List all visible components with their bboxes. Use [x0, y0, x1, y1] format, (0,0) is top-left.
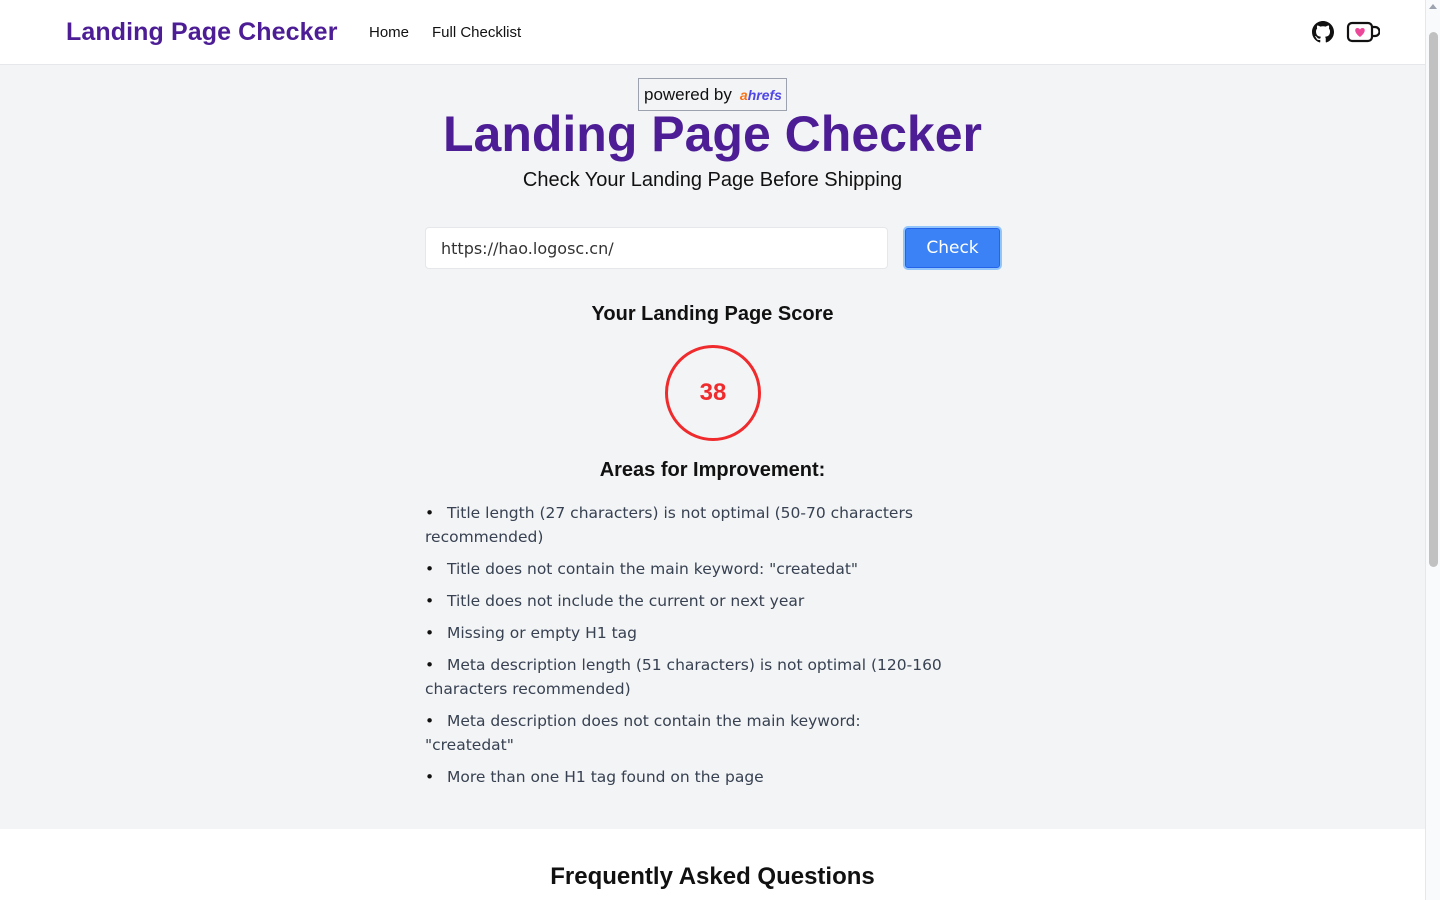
hero-title: Landing Page Checker [442, 106, 983, 162]
score-value: 38 [699, 379, 727, 406]
hero-subtitle: Check Your Landing Page Before Shipping [522, 169, 903, 191]
improvements-title: Areas for Improvement: [599, 459, 826, 481]
url-input[interactable] [425, 227, 888, 269]
list-item: • Title does not include the current or n… [425, 592, 805, 610]
list-item: • More than one H1 tag found on the page [425, 768, 764, 786]
faq-title: Frequently Asked Questions [550, 863, 875, 890]
brand-logo-link[interactable]: Landing Page Checker [66, 18, 338, 47]
list-item: • Missing or empty H1 tag [425, 624, 638, 642]
kofi-cup-icon[interactable] [1346, 20, 1380, 44]
list-item: • Meta description does not contain the m… [425, 712, 861, 754]
scrollbar-thumb[interactable] [1429, 32, 1438, 567]
ahrefs-logo: ahrefs [739, 86, 782, 103]
scroll-up-arrow-icon[interactable] [1429, 4, 1437, 9]
improvements-list: • Title length (27 characters) is not opt… [425, 501, 945, 797]
nav-full-checklist-link[interactable]: Full Checklist [432, 24, 521, 41]
nav-home-link[interactable]: Home [369, 24, 409, 41]
faq-section: Frequently Asked Questions [0, 829, 1425, 900]
page-scrollbar[interactable] [1425, 0, 1440, 900]
github-icon[interactable] [1312, 21, 1334, 43]
powered-by-text: powered by [644, 84, 732, 104]
top-header: Landing Page Checker Home Full Checklist [0, 0, 1425, 65]
page: Landing Page Checker Home Full Checklist… [0, 0, 1425, 900]
list-item: • Meta description length (51 characters)… [425, 656, 942, 698]
list-item: • Title does not contain the main keyword… [425, 560, 859, 578]
list-item: • Title length (27 characters) is not opt… [425, 504, 913, 546]
score-circle: 38 [665, 345, 761, 441]
check-button[interactable]: Check [903, 226, 1002, 270]
score-title: Your Landing Page Score [591, 303, 834, 325]
